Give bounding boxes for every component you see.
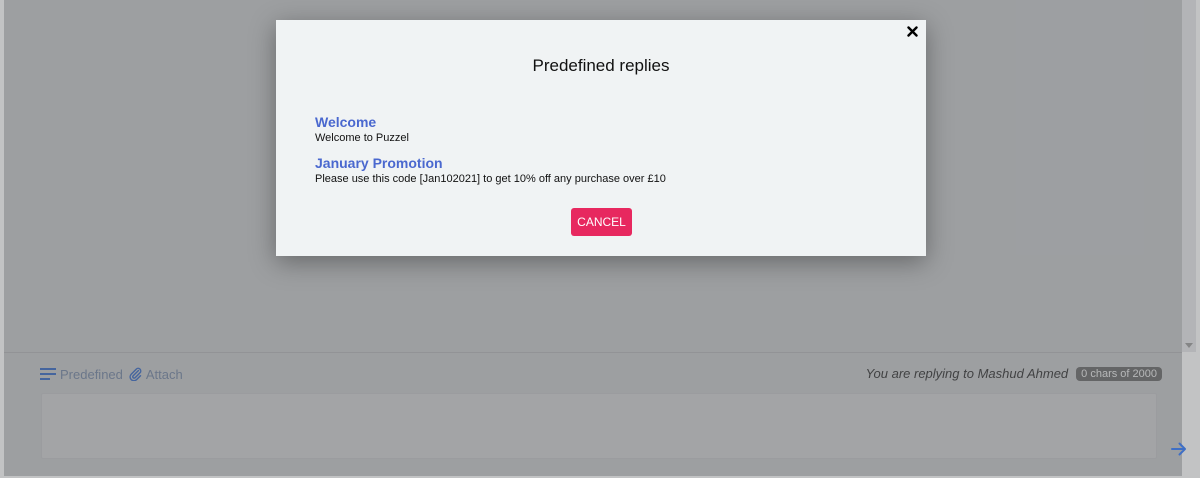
reply-text: Welcome to Puzzel — [315, 132, 409, 144]
predefined-replies-modal: Predefined replies Welcome Welcome to Pu… — [276, 20, 926, 256]
close-button[interactable] — [904, 23, 920, 39]
close-icon — [906, 25, 918, 37]
reply-list: Welcome Welcome to Puzzel January Promot… — [315, 114, 895, 196]
send-button[interactable] — [1168, 438, 1190, 460]
reply-item-january-promotion[interactable]: January Promotion Please use this code [… — [315, 155, 895, 186]
reply-text: Please use this code [Jan102021] to get … — [315, 173, 666, 185]
cancel-button[interactable]: CANCEL — [571, 208, 632, 236]
arrow-right-icon — [1171, 442, 1186, 456]
modal-title: Predefined replies — [532, 56, 670, 75]
reply-title[interactable]: Welcome — [315, 114, 895, 130]
reply-title[interactable]: January Promotion — [315, 155, 895, 171]
reply-item-welcome[interactable]: Welcome Welcome to Puzzel — [315, 114, 895, 145]
